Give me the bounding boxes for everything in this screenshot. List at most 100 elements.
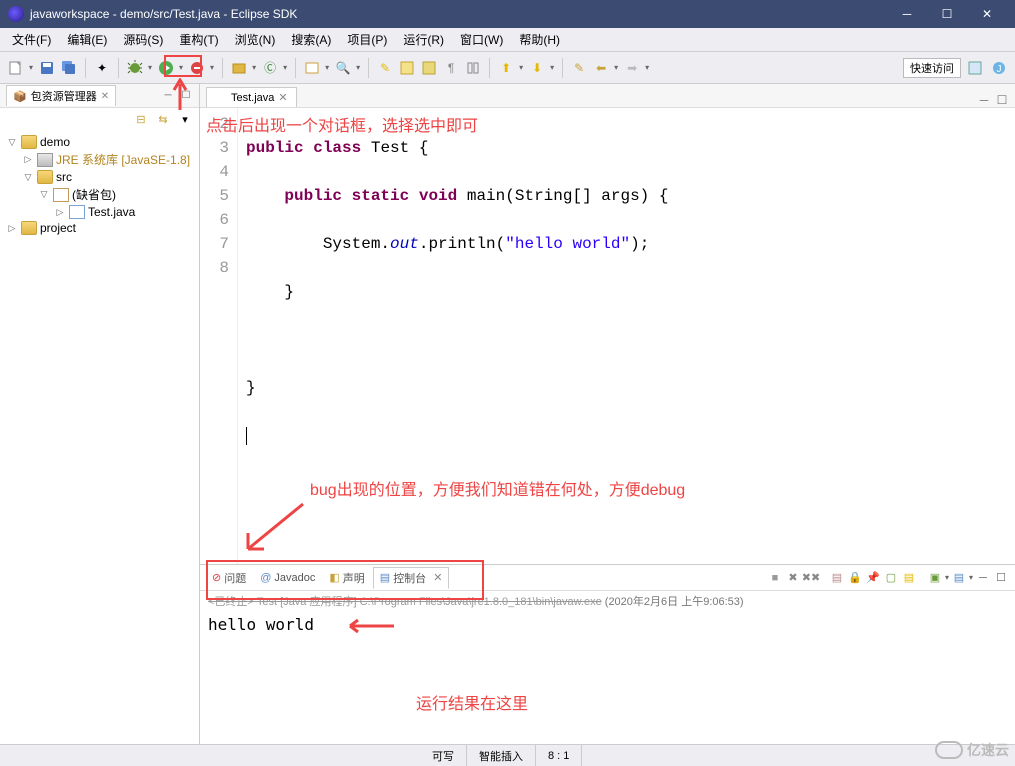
statusbar: 可写 智能插入 8 : 1 [0, 744, 1015, 766]
tree-src[interactable]: src [56, 170, 72, 184]
clear-console-icon[interactable]: ▤ [829, 570, 845, 586]
tree-defpkg[interactable]: (缺省包) [72, 186, 116, 203]
back-icon[interactable]: ⬅ [591, 58, 611, 78]
package-explorer-title: 包资源管理器 [31, 88, 97, 104]
package-explorer: 📦 包资源管理器 ✕ ─ ☐ ⊟ ⇆ ▾ ▽demo ▷JRE 系统库 [Jav… [0, 84, 200, 744]
forward-icon[interactable]: ➡ [622, 58, 642, 78]
show-whitespace-icon[interactable]: ¶ [441, 58, 461, 78]
toggle-mark-icon[interactable] [419, 58, 439, 78]
display-selected-icon[interactable]: ▢ [883, 570, 899, 586]
maximize-button[interactable]: ☐ [927, 0, 967, 28]
collapse-all-icon[interactable]: ⊟ [133, 111, 149, 127]
status-position: 8 : 1 [536, 745, 582, 766]
wand-icon[interactable]: ✦ [92, 58, 112, 78]
console-title-time: (2020年2月6日 上午9:06:53) [602, 596, 744, 608]
saveall-icon[interactable] [59, 58, 79, 78]
prev-annotation-icon[interactable]: ⬆ [496, 58, 516, 78]
save-icon[interactable] [37, 58, 57, 78]
console-title-prefix: <已终止> Test [Java 应用程序] [208, 596, 360, 608]
menu-run[interactable]: 运行(R) [395, 29, 452, 50]
menu-search[interactable]: 搜索(A) [283, 29, 339, 50]
menu-window[interactable]: 窗口(W) [452, 29, 511, 50]
titlebar: javaworkspace - demo/src/Test.java - Ecl… [0, 0, 1015, 28]
tab-console[interactable]: ▤控制台✕ [373, 567, 450, 589]
quick-access[interactable]: 快速访问 [903, 58, 961, 78]
menu-source[interactable]: 源码(S) [115, 29, 171, 50]
toolbar: ▾ ✦ ▾ ▾ ▾ ▾ Ⓒ▾ ▾ 🔍▾ ✎ ¶ ⬆▾ ⬇▾ ✎ ⬅▾ ➡▾ 快速… [0, 52, 1015, 84]
perspective-java-icon[interactable] [965, 58, 985, 78]
search-icon[interactable]: 🔍 [333, 58, 353, 78]
show-console-on-out-icon[interactable]: ▣ [927, 570, 943, 586]
terminate-icon[interactable]: ■ [767, 570, 783, 586]
svg-text:J: J [997, 64, 1002, 75]
editor-maximize-icon[interactable]: ☐ [995, 93, 1009, 107]
console-title-path: C:\Program Files\Java\jre1.8.0_181\bin\j… [360, 596, 602, 608]
status-insert: 智能插入 [467, 745, 536, 766]
editor-tab-label: Test.java [231, 92, 274, 104]
package-explorer-tab[interactable]: 📦 包资源管理器 ✕ [6, 85, 116, 106]
watermark: 亿速云 [935, 740, 1009, 760]
link-editor-icon[interactable]: ⇆ [155, 111, 171, 127]
block-select-icon[interactable] [463, 58, 483, 78]
bottom-panel: ⊘问题 @Javadoc ◧声明 ▤控制台✕ ■ ✖ ✖✖ ▤ 🔒 📌 ▢ ▤ … [200, 564, 1015, 744]
pin-console-icon[interactable]: 📌 [865, 570, 881, 586]
code-body[interactable]: public class Test { public static void m… [238, 108, 676, 564]
tab-javadoc[interactable]: @Javadoc [254, 570, 321, 586]
editor-minimize-icon[interactable]: ─ [977, 93, 991, 107]
minimize-view-icon[interactable]: ─ [161, 89, 175, 103]
tree-jre[interactable]: JRE 系统库 [JavaSE-1.8] [56, 151, 190, 168]
tree-project[interactable]: project [40, 221, 76, 235]
maximize-view-icon[interactable]: ☐ [179, 89, 193, 103]
tab-declaration[interactable]: ◧声明 [323, 568, 370, 588]
scroll-lock-icon[interactable]: 🔒 [847, 570, 863, 586]
open-console-icon[interactable]: ▤ [901, 570, 917, 586]
line-gutter: 2 3 4 5 6 7 8 [200, 108, 238, 564]
package-icon: 📦 [13, 90, 27, 103]
new-class-icon[interactable]: Ⓒ [260, 58, 280, 78]
cloud-icon [935, 741, 963, 759]
show-console-on-err-icon[interactable]: ▤ [951, 570, 967, 586]
menu-edit[interactable]: 编辑(E) [59, 29, 115, 50]
menu-refactor[interactable]: 重构(T) [171, 29, 226, 50]
new-package-icon[interactable] [229, 58, 249, 78]
close-button[interactable]: ✕ [967, 0, 1007, 28]
console-output[interactable]: hello world [200, 611, 1015, 744]
java-file-icon [215, 92, 227, 104]
menubar: 文件(F) 编辑(E) 源码(S) 重构(T) 浏览(N) 搜索(A) 项目(P… [0, 28, 1015, 52]
view-menu-icon[interactable]: ▾ [177, 111, 193, 127]
close-tab-icon[interactable]: ✕ [278, 91, 287, 104]
menu-help[interactable]: 帮助(H) [511, 29, 568, 50]
toggle-breadcrumb-icon[interactable] [397, 58, 417, 78]
console-line: hello world [208, 615, 314, 634]
editor-tab-testjava[interactable]: Test.java ✕ [206, 87, 297, 107]
close-icon[interactable]: ✕ [101, 91, 109, 102]
window-title: javaworkspace - demo/src/Test.java - Ecl… [30, 7, 887, 21]
tab-problems[interactable]: ⊘问题 [206, 568, 252, 588]
project-tree[interactable]: ▽demo ▷JRE 系统库 [JavaSE-1.8] ▽src ▽(缺省包) … [0, 130, 199, 744]
code-editor[interactable]: 2 3 4 5 6 7 8 public class Test { public… [200, 108, 1015, 564]
next-annotation-icon[interactable]: ⬇ [527, 58, 547, 78]
status-writable: 可写 [420, 745, 467, 766]
annotation-arrow-output [344, 618, 394, 634]
console-header: <已终止> Test [Java 应用程序] C:\Program Files\… [200, 591, 1015, 611]
remove-all-terminated-icon[interactable]: ✖✖ [803, 570, 819, 586]
editor-area: Test.java ✕ ─ ☐ 点击后出现一个对话框，选择选中即可 2 3 4 … [200, 84, 1015, 744]
tree-demo[interactable]: demo [40, 135, 70, 149]
menu-navigate[interactable]: 浏览(N) [227, 29, 284, 50]
tree-testjava[interactable]: Test.java [88, 205, 135, 219]
run-icon[interactable] [156, 58, 176, 78]
mark-icon[interactable]: ✎ [375, 58, 395, 78]
new-icon[interactable] [6, 58, 26, 78]
eclipse-icon [8, 6, 24, 22]
console-maximize-icon[interactable]: ☐ [993, 570, 1009, 586]
minimize-button[interactable]: ─ [887, 0, 927, 28]
debug-icon[interactable] [125, 58, 145, 78]
menu-project[interactable]: 项目(P) [339, 29, 395, 50]
perspective-resource-icon[interactable]: J [989, 58, 1009, 78]
remove-launch-icon[interactable]: ✖ [785, 570, 801, 586]
open-type-icon[interactable] [302, 58, 322, 78]
menu-file[interactable]: 文件(F) [4, 29, 59, 50]
external-tools-icon[interactable] [187, 58, 207, 78]
console-minimize-icon[interactable]: ─ [975, 570, 991, 586]
last-edit-icon[interactable]: ✎ [569, 58, 589, 78]
